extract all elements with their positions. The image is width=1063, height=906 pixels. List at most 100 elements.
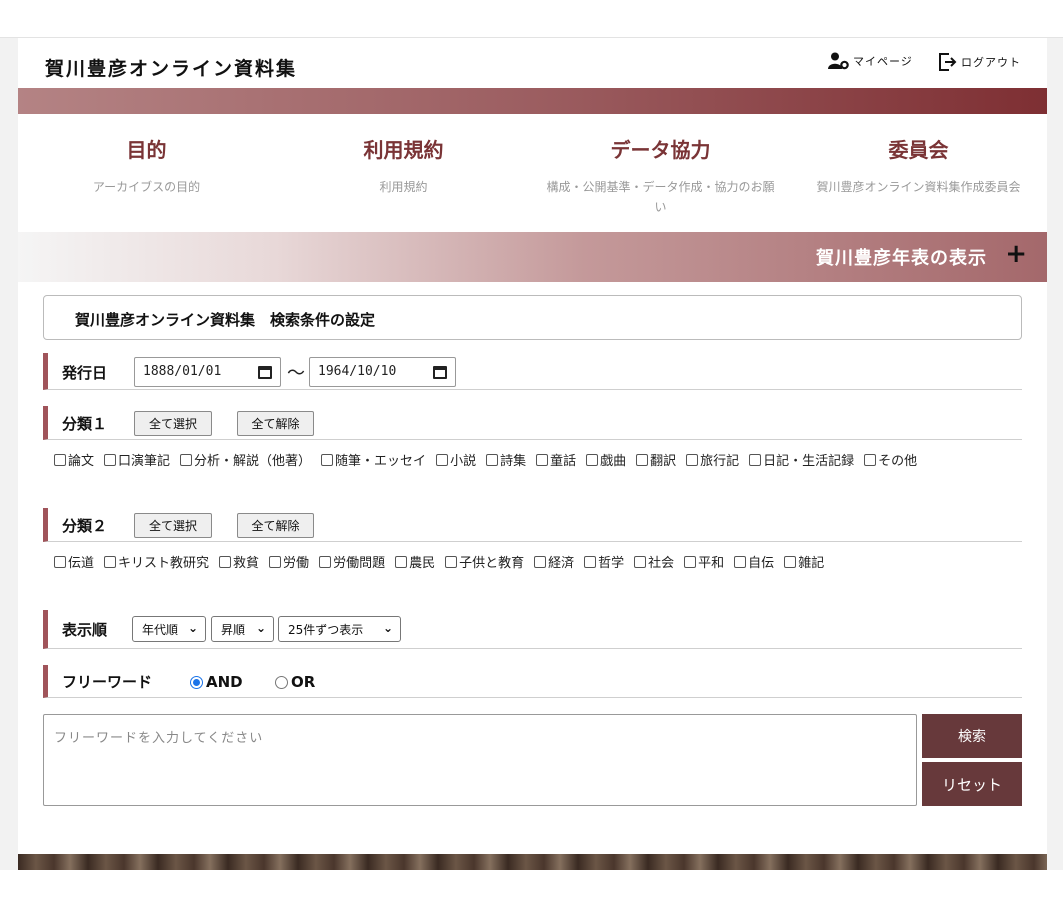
category1-options: 論文 口演筆記 分析・解説（他著） 随筆・エッセイ 小説 詩集 童話 戯曲 翻訳 旅行記 日記・生活… <box>54 450 1014 474</box>
direction-select-value: 昇順 <box>221 622 246 637</box>
checkbox[interactable] <box>749 454 762 466</box>
category1-option[interactable]: 詩集 <box>486 450 526 474</box>
plus-icon[interactable]: + <box>1005 239 1027 269</box>
freeword-textarea[interactable]: フリーワードを入力してください <box>43 714 917 806</box>
search-button[interactable]: 検索 <box>922 714 1022 758</box>
checkbox[interactable] <box>784 556 797 568</box>
checkbox[interactable] <box>269 556 282 568</box>
category1-option[interactable]: 戯曲 <box>586 450 626 474</box>
site-header: 賀川豊彦オンライン資料集 マイページ ログアウト <box>18 38 1047 88</box>
order-section: 表示順 年代順 ⌄ 昇順 ⌄ 25件ずつ表示 ⌄ <box>43 610 1022 649</box>
checkbox[interactable] <box>536 454 549 466</box>
page-gutter-left <box>0 38 18 870</box>
nav-subtitle: 構成・公開基準・データ作成・協力のお願い <box>546 180 775 214</box>
category1-clear-all-button[interactable]: 全て解除 <box>237 411 314 436</box>
category1-select-all-button[interactable]: 全て選択 <box>134 411 212 436</box>
category2-option[interactable]: 救貧 <box>219 552 259 576</box>
category1-option[interactable]: 旅行記 <box>686 450 739 474</box>
checkbox[interactable] <box>636 454 649 466</box>
calendar-icon[interactable] <box>258 366 272 379</box>
category2-option[interactable]: 平和 <box>684 552 724 576</box>
category1-option[interactable]: 分析・解説（他著） <box>180 450 311 474</box>
chevron-down-icon: ⌄ <box>187 621 198 635</box>
nav-item-terms[interactable]: 利用規約 利用規約 <box>275 134 532 197</box>
nav-title: 委員会 <box>888 138 949 162</box>
category1-option[interactable]: 論文 <box>54 450 94 474</box>
checkbox[interactable] <box>54 556 66 568</box>
checkbox[interactable] <box>684 556 697 568</box>
checkbox[interactable] <box>436 454 449 466</box>
checkbox[interactable] <box>534 556 547 568</box>
category1-option[interactable]: その他 <box>864 450 917 474</box>
category1-option[interactable]: 小説 <box>436 450 476 474</box>
category1-option[interactable]: 童話 <box>536 450 576 474</box>
radio-unselected[interactable] <box>275 675 288 689</box>
category2-option[interactable]: 経済 <box>534 552 574 576</box>
search-settings-title: 賀川豊彦オンライン資料集 検索条件の設定 <box>75 311 376 329</box>
per-page-select[interactable]: 25件ずつ表示 ⌄ <box>278 616 401 642</box>
category2-option[interactable]: 自伝 <box>734 552 774 576</box>
checkbox[interactable] <box>734 556 747 568</box>
date-section: 発行日 1888/01/01 〜 1964/10/10 <box>43 353 1022 390</box>
category2-option[interactable]: 雑記 <box>784 552 824 576</box>
nav-item-committee[interactable]: 委員会 賀川豊彦オンライン資料集作成委員会 <box>790 134 1047 197</box>
category2-option[interactable]: 労働問題 <box>319 552 385 576</box>
chevron-down-icon: ⌄ <box>255 621 266 635</box>
category2-options: 伝道 キリスト教研究 救貧 労働 労働問題 農民 子供と教育 経済 哲学 社会 平和 自伝 雑記 <box>54 552 1014 576</box>
category1-option[interactable]: 日記・生活記録 <box>749 450 854 474</box>
category2-option[interactable]: キリスト教研究 <box>104 552 209 576</box>
checkbox[interactable] <box>686 454 699 466</box>
category2-option[interactable]: 社会 <box>634 552 674 576</box>
category2-option[interactable]: 子供と教育 <box>445 552 524 576</box>
or-radio[interactable]: OR <box>275 673 315 691</box>
and-radio[interactable]: AND <box>190 673 243 691</box>
radio-selected[interactable] <box>190 675 203 689</box>
date-to-value: 1964/10/10 <box>318 364 397 379</box>
category2-option[interactable]: 哲学 <box>584 552 624 576</box>
category2-clear-all-button[interactable]: 全て解除 <box>237 513 314 538</box>
checkbox[interactable] <box>586 454 599 466</box>
category1-option[interactable]: 口演筆記 <box>104 450 170 474</box>
reset-button[interactable]: リセット <box>922 762 1022 806</box>
checkbox[interactable] <box>104 556 117 568</box>
mypage-link[interactable]: マイページ <box>828 52 913 70</box>
nav-item-data-cooperation[interactable]: データ協力 構成・公開基準・データ作成・協力のお願い <box>532 134 789 217</box>
checkbox[interactable] <box>395 556 408 568</box>
checkbox[interactable] <box>321 454 334 466</box>
direction-select[interactable]: 昇順 ⌄ <box>211 616 274 642</box>
timeline-toggle-bar[interactable]: 賀川豊彦年表の表示 + <box>18 232 1047 282</box>
checkbox[interactable] <box>54 454 66 466</box>
page-gutter-right <box>1047 38 1063 870</box>
sort-select-value: 年代順 <box>142 622 179 637</box>
checkbox[interactable] <box>584 556 597 568</box>
site-title[interactable]: 賀川豊彦オンライン資料集 <box>45 54 297 81</box>
checkbox[interactable] <box>445 556 458 568</box>
sort-select[interactable]: 年代順 ⌄ <box>132 616 206 642</box>
checkbox[interactable] <box>180 454 193 466</box>
checkbox[interactable] <box>634 556 647 568</box>
checkbox[interactable] <box>319 556 332 568</box>
nav-item-purpose[interactable]: 目的 アーカイブスの目的 <box>18 134 275 197</box>
checkbox[interactable] <box>219 556 232 568</box>
logout-icon <box>939 53 957 71</box>
category2-option[interactable]: 農民 <box>395 552 435 576</box>
category1-option[interactable]: 随筆・エッセイ <box>321 450 426 474</box>
category2-select-all-button[interactable]: 全て選択 <box>134 513 212 538</box>
mypage-label: マイページ <box>853 55 913 68</box>
footer-photo <box>18 854 1047 870</box>
calendar-icon[interactable] <box>433 366 447 379</box>
logout-label: ログアウト <box>961 56 1021 69</box>
checkbox[interactable] <box>486 454 499 466</box>
checkbox[interactable] <box>864 454 877 466</box>
category2-option[interactable]: 労働 <box>269 552 309 576</box>
checkbox[interactable] <box>104 454 117 466</box>
date-to-input[interactable]: 1964/10/10 <box>309 357 456 387</box>
logout-link[interactable]: ログアウト <box>938 52 1021 72</box>
date-from-input[interactable]: 1888/01/01 <box>134 357 281 387</box>
chevron-down-icon: ⌄ <box>382 621 393 635</box>
main-nav: 目的 アーカイブスの目的 利用規約 利用規約 データ協力 構成・公開基準・データ… <box>18 124 1047 234</box>
category1-option[interactable]: 翻訳 <box>636 450 676 474</box>
nav-title: データ協力 <box>610 138 711 162</box>
category2-option[interactable]: 伝道 <box>54 552 94 576</box>
date-label: 発行日 <box>62 364 108 382</box>
